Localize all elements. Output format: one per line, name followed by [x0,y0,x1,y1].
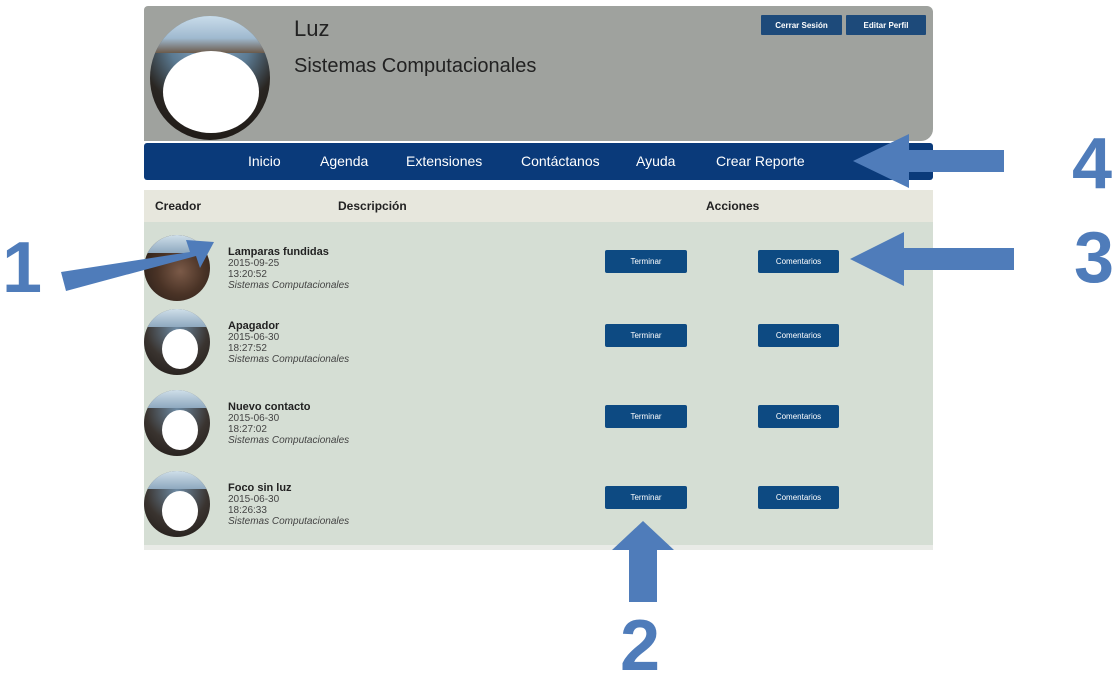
annotated-screenshot: Luz Sistemas Computacionales Cerrar Sesi… [0,0,1120,683]
callout-number-3: 3 [1074,218,1115,298]
annotation-arrows [61,134,1014,602]
callout-arrow-4 [853,134,1004,188]
callout-arrow-2 [612,521,674,602]
callout-arrow-3 [850,232,1014,286]
callout-arrow-1 [61,240,214,291]
callout-number-2: 2 [620,606,661,683]
callout-number-1: 1 [2,228,43,308]
callout-number-4: 4 [1072,124,1113,204]
